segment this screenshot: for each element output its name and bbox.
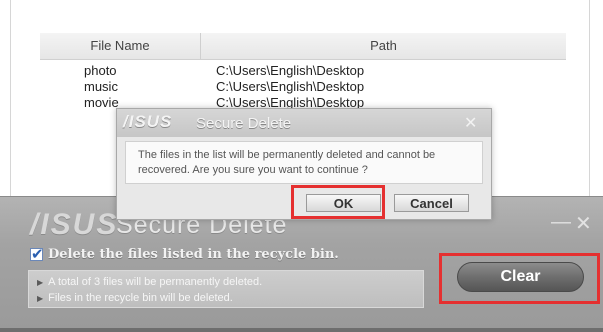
file-name-cell: photo [84,63,117,78]
file-path-cell: C:\Users\English\Desktop [216,63,365,78]
asus-logo: /ISUS [123,112,173,131]
info-line: ▶ A total of 3 files will be permanently … [37,276,262,288]
info-line: ▶ Files in the recycle bin will be delete… [37,292,233,304]
close-icon[interactable]: ✕ [575,211,592,236]
file-name-cell: movie [84,95,119,110]
file-name-cell: music [84,79,118,94]
file-row[interactable]: photo C:\Users\English\Desktop [40,63,566,79]
checkbox-label: Delete the files listed in the recycle b… [48,247,339,262]
file-row[interactable]: music C:\Users\English\Desktop [40,79,566,95]
clear-button-highlight [439,253,600,304]
column-header-path[interactable]: Path [201,33,566,59]
dialog-message: The files in the list will be permanentl… [138,149,436,176]
file-list-header: File Name Path [40,33,566,60]
minimize-icon[interactable]: — [551,211,571,234]
window-bottom-edge [0,328,603,332]
checkmark-icon: ✔ [31,246,44,263]
info-text: A total of 3 files will be permanently d… [48,276,263,288]
ok-button-highlight [291,185,385,219]
triangle-bullet-icon: ▶ [37,294,44,303]
asus-logo: /ISUS [30,208,119,241]
triangle-bullet-icon: ▶ [37,278,44,287]
dialog-close-icon[interactable]: ✕ [464,113,477,133]
dialog-titlebar[interactable]: /ISUS Secure Delete ✕ [117,109,491,137]
info-text: Files in the recycle bin will be deleted… [48,292,233,304]
dialog-title: Secure Delete [196,115,292,132]
file-path-cell: C:\Users\English\Desktop [216,79,365,94]
dialog-message-box: The files in the list will be permanentl… [125,141,483,184]
recycle-bin-checkbox[interactable]: ✔ [30,246,44,263]
info-box: ▶ A total of 3 files will be permanently … [28,270,424,308]
column-header-file-name[interactable]: File Name [40,33,201,59]
cancel-button[interactable]: Cancel [394,194,469,212]
